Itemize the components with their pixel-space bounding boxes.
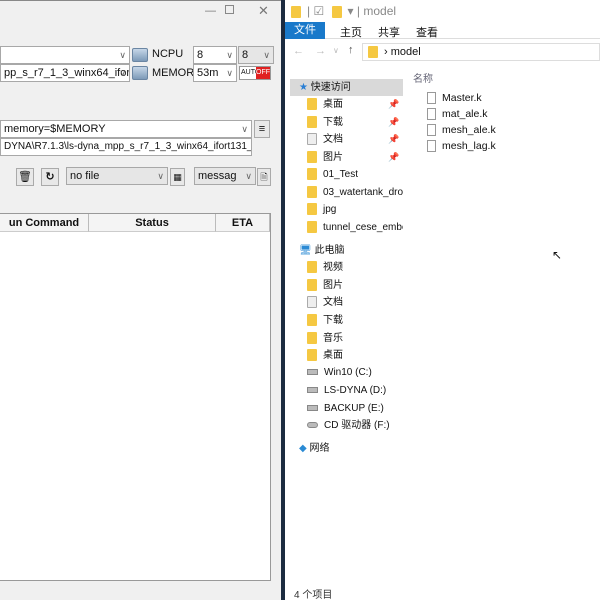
column-eta[interactable]: ETA	[216, 214, 270, 232]
back-button[interactable]: ←	[293, 45, 304, 57]
nav-drive[interactable]: CD 驱动器 (F:)	[307, 417, 390, 434]
nav-item[interactable]: 03_watertank_dro	[307, 184, 403, 201]
nav-item[interactable]: 图片	[307, 149, 343, 166]
recent-dropdown[interactable]: ∨	[333, 46, 339, 55]
file-item[interactable]: mesh_ale.k	[427, 124, 496, 137]
ribbon: 文件 主页 共享 查看	[285, 22, 600, 39]
minimize-button[interactable]: —	[205, 5, 216, 17]
nav-this-pc[interactable]: 🖥 此电脑	[299, 242, 344, 259]
pin-icon[interactable]: 📌	[388, 117, 399, 128]
nav-item[interactable]: 视频	[307, 259, 343, 276]
solver-combo[interactable]: pp_s_r7_1_3_winx64_ifort13∨	[0, 64, 130, 82]
forward-button[interactable]: →	[315, 45, 326, 57]
pin-icon[interactable]: 📌	[388, 152, 399, 163]
nav-item[interactable]: tunnel_cese_embe	[307, 219, 403, 236]
nav-item[interactable]: 音乐	[307, 330, 343, 347]
nav-drive[interactable]: LS-DYNA (D:)	[307, 382, 386, 399]
file-select[interactable]: no file ∨	[66, 167, 168, 185]
ncpu-combo-2[interactable]: 8 ∨	[238, 46, 274, 64]
folder-icon	[291, 5, 301, 18]
close-button[interactable]: ✕	[258, 3, 269, 19]
nav-item[interactable]: 01_Test	[307, 166, 358, 183]
memory-combo[interactable]: 53m ∨	[193, 64, 237, 82]
folder-icon	[331, 5, 342, 18]
nav-drive[interactable]: Win10 (C:)	[307, 364, 372, 381]
nav-item[interactable]: 文档	[307, 131, 343, 148]
tab-home[interactable]: 主页	[340, 24, 362, 40]
command-combo[interactable]: memory=$MEMORY ∨	[0, 120, 252, 138]
open-folder-icon[interactable]	[132, 48, 148, 62]
document-icon[interactable]: 🗎	[257, 168, 271, 186]
trash-icon[interactable]: 🗑	[16, 168, 34, 186]
auto-memory-toggle[interactable]: AUTO OFF	[239, 66, 271, 80]
file-item[interactable]: mat_ale.k	[427, 108, 488, 121]
nav-item[interactable]: 下载	[307, 312, 343, 329]
folder-icon	[368, 46, 378, 59]
nav-item[interactable]: 文档	[307, 294, 343, 311]
status-bar: 4 个项目	[294, 590, 333, 601]
file-explorer-window: | ☑ ▾ | model 文件 主页 共享 查看 ← → ∨ ↑ › mode…	[285, 0, 600, 601]
solver-path-field[interactable]: DYNA\R7.1.3\ls-dyna_mpp_s_r7_1_3_winx64_…	[0, 138, 252, 156]
ncpu-combo[interactable]: 8 ∨	[193, 46, 237, 64]
ls-run-window: — ✕ ∨ NCPU 8 ∨ 8 ∨ pp_s_r7_1_3_winx64_ifor…	[0, 0, 281, 600]
refresh-icon[interactable]: ↻	[41, 168, 59, 186]
column-run-command[interactable]: un Command	[0, 214, 89, 232]
up-button[interactable]: ↑	[348, 44, 354, 56]
pin-icon[interactable]: 📌	[388, 99, 399, 110]
pin-icon[interactable]: 📌	[388, 134, 399, 145]
nav-item[interactable]: 下载	[307, 114, 343, 131]
file-item[interactable]: mesh_lag.k	[427, 140, 496, 153]
ncpu-label: NCPU	[152, 48, 184, 60]
nav-quick-access[interactable]: ★ 快速访问	[299, 79, 351, 96]
menu-icon[interactable]: ≡	[254, 120, 270, 138]
maximize-button[interactable]	[225, 5, 234, 14]
tab-file[interactable]: 文件	[285, 22, 325, 39]
nav-network[interactable]: ◆ 网络	[299, 440, 329, 457]
mouse-cursor: ↖	[552, 248, 563, 262]
nav-item[interactable]: 桌面	[307, 347, 343, 364]
column-name[interactable]: 名称	[413, 70, 433, 85]
title-bar: | ☑ ▾ | model	[291, 4, 396, 18]
address-bar[interactable]: › model	[362, 43, 600, 61]
file-item[interactable]: Master.k	[427, 92, 482, 105]
tab-share[interactable]: 共享	[378, 24, 400, 40]
nav-item[interactable]: jpg	[307, 201, 336, 218]
nav-drive[interactable]: BACKUP (E:)	[307, 400, 384, 417]
nav-item[interactable]: 图片	[307, 277, 343, 294]
window-title: model	[363, 4, 397, 18]
message-select[interactable]: messag ∨	[194, 167, 256, 185]
open-folder-icon[interactable]	[132, 66, 148, 80]
job-table	[0, 213, 271, 581]
tool-icon[interactable]: ▦	[170, 168, 185, 186]
input-file-combo[interactable]: ∨	[0, 46, 130, 64]
column-status[interactable]: Status	[89, 214, 216, 232]
tab-view[interactable]: 查看	[416, 24, 438, 40]
nav-item[interactable]: 桌面	[307, 96, 343, 113]
